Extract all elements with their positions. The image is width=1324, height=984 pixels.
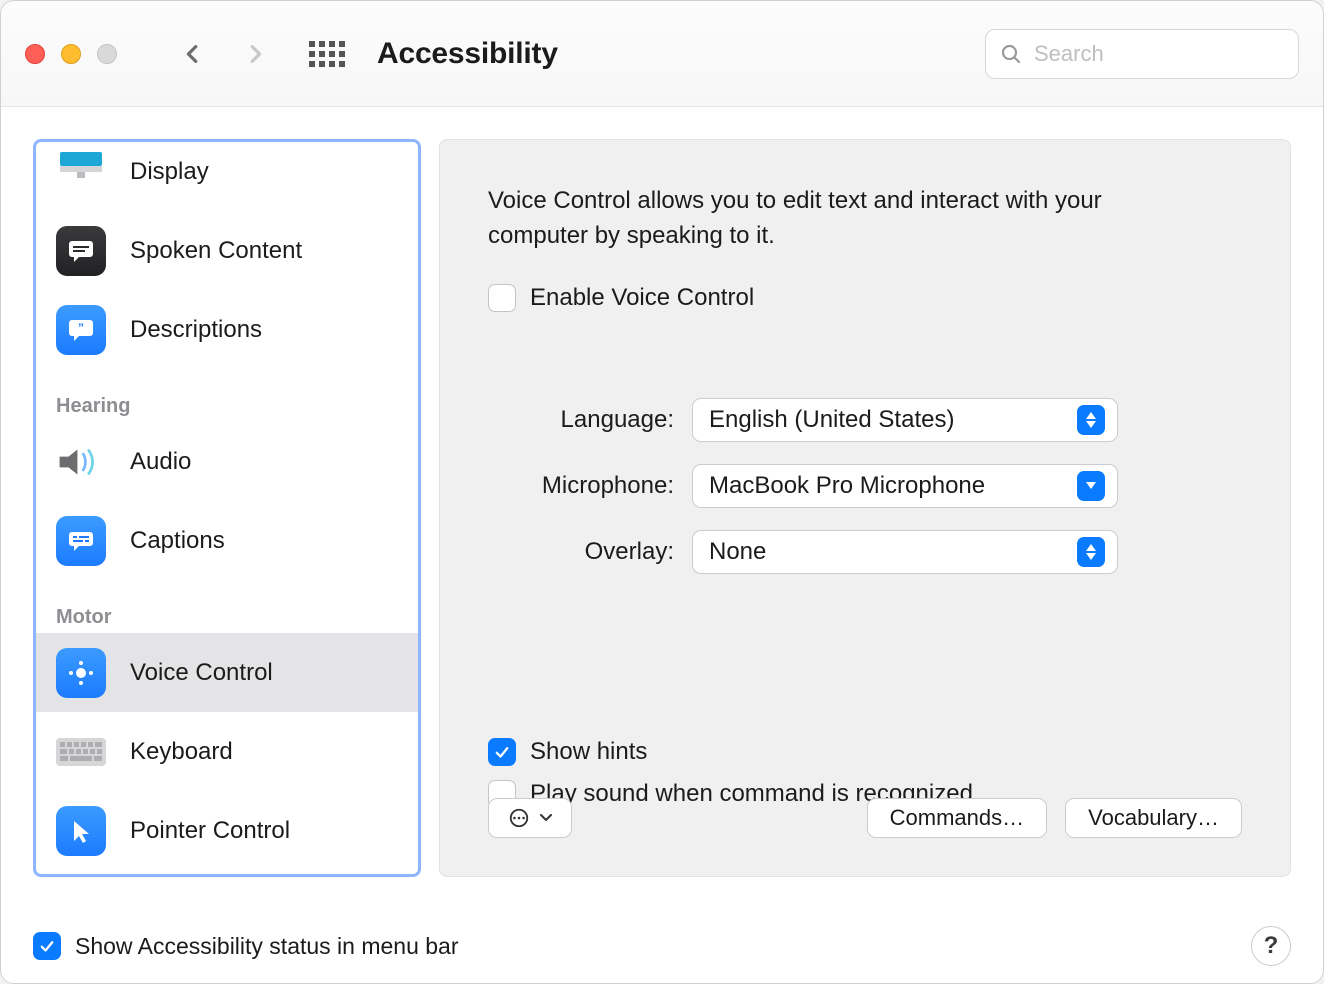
overlay-field: Overlay: None (488, 530, 1242, 574)
panel-button-bar: Commands… Vocabulary… (488, 798, 1242, 838)
system-preferences-accessibility-window: Accessibility Display (0, 0, 1324, 984)
sidebar-item-descriptions[interactable]: ” Descriptions (36, 290, 418, 369)
spoken-content-icon (56, 226, 106, 276)
svg-text:”: ” (78, 321, 84, 335)
settings-fields: Language: English (United States) Microp… (488, 398, 1242, 574)
minimize-window-button[interactable] (61, 44, 81, 64)
traffic-lights (25, 44, 117, 64)
footer-bar: Show Accessibility status in menu bar ? (1, 909, 1323, 983)
enable-voice-control-row: Enable Voice Control (488, 284, 1242, 312)
chevron-down-icon (540, 814, 552, 822)
keyboard-icon (56, 727, 106, 777)
vocabulary-button[interactable]: Vocabulary… (1065, 798, 1242, 838)
microphone-field: Microphone: MacBook Pro Microphone (488, 464, 1242, 508)
show-hints-row: Show hints (488, 738, 1242, 766)
voice-control-panel: Voice Control allows you to edit text an… (439, 139, 1291, 877)
voice-control-description: Voice Control allows you to edit text an… (488, 184, 1188, 254)
microphone-value: MacBook Pro Microphone (709, 472, 1077, 500)
close-window-button[interactable] (25, 44, 45, 64)
sidebar-item-audio[interactable]: Audio (36, 422, 418, 501)
sidebar-item-label: Voice Control (130, 659, 273, 687)
show-menu-bar-checkbox[interactable] (33, 932, 61, 960)
show-hints-checkbox[interactable] (488, 738, 516, 766)
language-label: Language: (488, 406, 674, 434)
sidebar-item-voice-control[interactable]: Voice Control (36, 633, 418, 712)
show-hints-label: Show hints (530, 738, 647, 766)
nav-forward-button[interactable] (233, 32, 277, 76)
overlay-popup[interactable]: None (692, 530, 1118, 574)
show-all-prefs-button[interactable] (305, 32, 349, 76)
sidebar-section-hearing: Hearing (36, 369, 418, 422)
language-popup[interactable]: English (United States) (692, 398, 1118, 442)
microphone-popup[interactable]: MacBook Pro Microphone (692, 464, 1118, 508)
toolbar: Accessibility (1, 1, 1323, 107)
pointer-control-icon (56, 806, 106, 856)
display-icon (56, 147, 106, 197)
commands-button[interactable]: Commands… (867, 798, 1047, 838)
sidebar-section-motor: Motor (36, 580, 418, 633)
help-button[interactable]: ? (1251, 926, 1291, 966)
sidebar-item-keyboard[interactable]: Keyboard (36, 712, 418, 791)
overlay-label: Overlay: (488, 538, 674, 566)
show-menu-bar-row: Show Accessibility status in menu bar (33, 932, 459, 960)
enable-voice-control-checkbox[interactable] (488, 284, 516, 312)
sidebar-item-label: Descriptions (130, 316, 262, 344)
sidebar-item-display[interactable]: Display (36, 142, 418, 211)
zoom-window-button[interactable] (97, 44, 117, 64)
nav-back-button[interactable] (171, 32, 215, 76)
stepper-icon (1077, 405, 1105, 435)
show-menu-bar-label: Show Accessibility status in menu bar (75, 933, 459, 960)
search-input[interactable] (985, 29, 1299, 79)
stepper-icon (1077, 537, 1105, 567)
sidebar-item-pointer-control[interactable]: Pointer Control (36, 791, 418, 870)
page-title: Accessibility (377, 37, 558, 71)
language-value: English (United States) (709, 406, 1077, 434)
sidebar-item-captions[interactable]: Captions (36, 501, 418, 580)
sidebar-item-label: Display (130, 158, 209, 186)
accessibility-sidebar: Display Spoken Content ” Descriptions He… (33, 139, 421, 877)
sidebar-item-label: Keyboard (130, 738, 233, 766)
captions-icon (56, 516, 106, 566)
language-field: Language: English (United States) (488, 398, 1242, 442)
search-icon (999, 42, 1023, 66)
chevron-down-icon (1077, 471, 1105, 501)
descriptions-icon: ” (56, 305, 106, 355)
voice-control-icon (56, 648, 106, 698)
sidebar-item-label: Audio (130, 448, 191, 476)
sidebar-item-label: Pointer Control (130, 817, 290, 845)
search-field-wrap (985, 29, 1299, 79)
audio-icon (56, 437, 106, 487)
overlay-value: None (709, 538, 1077, 566)
more-actions-button[interactable] (488, 798, 572, 838)
sidebar-item-label: Spoken Content (130, 237, 302, 265)
microphone-label: Microphone: (488, 472, 674, 500)
enable-voice-control-label: Enable Voice Control (530, 284, 754, 312)
content-area: Display Spoken Content ” Descriptions He… (1, 107, 1323, 909)
sidebar-item-spoken-content[interactable]: Spoken Content (36, 211, 418, 290)
sidebar-item-label: Captions (130, 527, 225, 555)
lower-checks: Show hints Play sound when command is re… (488, 724, 1242, 808)
